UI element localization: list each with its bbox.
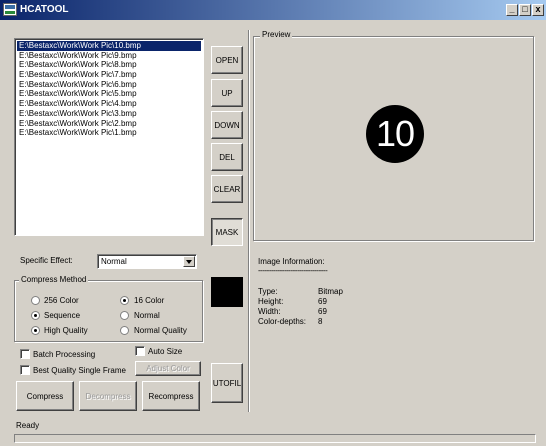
file-list-item[interactable]: E:\Bestaxc\Work\Work Pic\2.bmp [17, 119, 201, 129]
preview-image-number: 10 [375, 113, 415, 154]
specific-effect-label: Specific Effect: [20, 256, 73, 265]
clear-button[interactable]: CLEAR [211, 175, 243, 203]
file-list[interactable]: E:\Bestaxc\Work\Work Pic\10.bmp E:\Besta… [14, 38, 204, 236]
radio-sequence-label: Sequence [44, 311, 81, 320]
adjust-color-button[interactable]: Adjust Color [135, 361, 201, 376]
batch-processing-label: Batch Processing [33, 350, 96, 359]
radio-normal-quality[interactable] [120, 326, 129, 335]
radio-normal[interactable] [120, 311, 129, 320]
radio-16-color[interactable] [120, 296, 129, 305]
info-color-depths-key: Color-depths: [258, 317, 307, 326]
file-list-item[interactable]: E:\Bestaxc\Work\Work Pic\5.bmp [17, 89, 201, 99]
info-type-key: Type: [258, 287, 278, 296]
specific-effect-select[interactable]: Normal [97, 254, 197, 269]
batch-processing-checkbox[interactable] [20, 349, 30, 359]
chevron-down-icon[interactable] [183, 256, 195, 267]
window-title: HCATOOL [20, 4, 69, 15]
color-swatch[interactable] [211, 277, 243, 307]
progress-bar [14, 434, 536, 443]
file-list-item[interactable]: E:\Bestaxc\Work\Work Pic\9.bmp [17, 51, 201, 61]
file-list-item[interactable]: E:\Bestaxc\Work\Work Pic\10.bmp [17, 41, 201, 51]
decompress-button[interactable]: Decompress [79, 381, 137, 411]
image-information-label: Image Information: [258, 257, 325, 266]
open-button[interactable]: OPEN [211, 46, 243, 74]
compress-button[interactable]: Compress [16, 381, 74, 411]
file-list-item[interactable]: E:\Bestaxc\Work\Work Pic\4.bmp [17, 99, 201, 109]
info-type-value: Bitmap [318, 287, 343, 296]
info-width-key: Width: [258, 307, 281, 316]
close-button[interactable]: x [532, 4, 544, 16]
title-bar[interactable]: HCATOOL _ □ x [0, 0, 546, 20]
preview-image: 10 [366, 105, 424, 163]
radio-256-color-label: 256 Color [44, 296, 79, 305]
vertical-divider [248, 30, 249, 412]
compress-method-label: Compress Method [19, 275, 89, 284]
file-list-item[interactable]: E:\Bestaxc\Work\Work Pic\8.bmp [17, 60, 201, 70]
info-height-key: Height: [258, 297, 284, 306]
mask-button[interactable]: MASK [211, 218, 243, 246]
recompress-button[interactable]: Recompress [142, 381, 200, 411]
down-button[interactable]: DOWN [211, 111, 243, 139]
radio-normal-label: Normal [134, 311, 160, 320]
auto-size-checkbox[interactable] [135, 346, 145, 356]
radio-normal-quality-label: Normal Quality [134, 326, 187, 335]
image-information-separator: -------------------------------- [258, 266, 328, 275]
del-button[interactable]: DEL [211, 143, 243, 171]
maximize-button[interactable]: □ [519, 4, 531, 16]
up-button[interactable]: UP [211, 79, 243, 107]
specific-effect-value: Normal [101, 257, 127, 266]
radio-16-color-label: 16 Color [134, 296, 165, 305]
file-list-item[interactable]: E:\Bestaxc\Work\Work Pic\6.bmp [17, 80, 201, 90]
radio-high-quality[interactable] [31, 326, 40, 335]
best-quality-single-frame-label: Best Quality Single Frame [33, 366, 126, 375]
info-color-depths-value: 8 [318, 317, 323, 326]
app-icon [3, 3, 17, 16]
minimize-button[interactable]: _ [506, 4, 518, 16]
autofill-button[interactable]: UTOFIL [211, 363, 243, 403]
radio-sequence[interactable] [31, 311, 40, 320]
best-quality-single-frame-checkbox[interactable] [20, 365, 30, 375]
file-list-item[interactable]: E:\Bestaxc\Work\Work Pic\3.bmp [17, 109, 201, 119]
radio-high-quality-label: High Quality [44, 326, 88, 335]
info-width-value: 69 [318, 307, 327, 316]
file-list-item[interactable]: E:\Bestaxc\Work\Work Pic\1.bmp [17, 128, 201, 138]
radio-256-color[interactable] [31, 296, 40, 305]
auto-size-label: Auto Size [148, 347, 183, 356]
preview-label: Preview [260, 30, 293, 39]
status-text: Ready [16, 421, 40, 430]
info-height-value: 69 [318, 297, 327, 306]
file-list-item[interactable]: E:\Bestaxc\Work\Work Pic\7.bmp [17, 70, 201, 80]
